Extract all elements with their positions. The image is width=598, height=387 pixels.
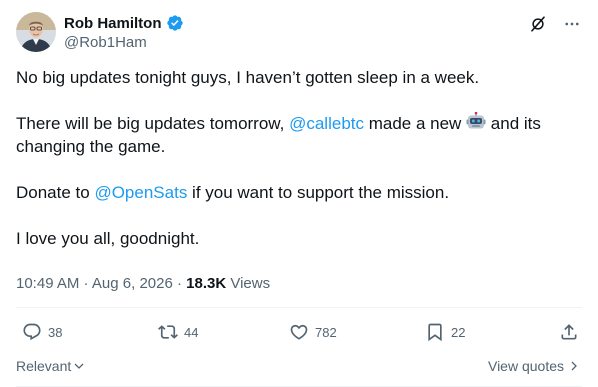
grok-glyph-icon [531,16,545,32]
action-bar: 38 44 782 22 [16,322,582,346]
tweet-paragraph-2: There will be big updates tomorrow, @cal… [16,112,582,158]
tweet-time[interactable]: 10:49 AM [16,275,79,292]
ellipsis-icon [565,22,579,26]
grok-icon[interactable] [528,14,548,34]
repost-button[interactable]: 44 [158,322,198,342]
sort-label: Relevant [16,358,72,374]
author-name[interactable]: Rob Hamilton [64,15,162,32]
more-options-icon[interactable] [562,14,582,34]
tweet-header: Rob Hamilton @Rob1Ham [16,12,582,54]
text-span: made a new [364,114,467,133]
text-span: Donate to [16,183,95,202]
text-span: if you want to support the mission. [187,183,450,202]
text-span: There will be big updates tomorrow, [16,114,290,133]
reply-count: 38 [48,324,63,340]
verified-badge-icon [166,15,183,31]
heart-icon [290,324,308,340]
bookmark-count: 22 [451,324,466,340]
tweet-date[interactable]: Aug 6, 2026 [92,275,173,292]
tweet-paragraph-3: Donate to @OpenSats if you want to suppo… [16,181,582,204]
tweet-text: No big updates tonight guys, I haven’t g… [16,66,582,273]
chevron-right-icon [571,361,577,371]
reply-button[interactable]: 38 [22,322,62,342]
mention-callebtc[interactable]: @callebtc [289,114,364,133]
top-actions [528,14,582,34]
views-label: Views [226,275,271,292]
author-handle[interactable]: @Rob1Ham [64,34,147,51]
like-count: 782 [315,324,337,340]
sort-dropdown[interactable]: Relevant [16,358,85,374]
replies-footer: Relevant View quotes [16,357,582,377]
tweet-paragraph-1: No big updates tonight guys, I haven’t g… [16,68,480,87]
bookmark-button[interactable]: 22 [425,322,465,342]
meta-separator: · [79,275,92,292]
repost-icon [158,325,178,339]
author-name-row: Rob Hamilton [64,14,184,32]
view-quotes-link[interactable]: View quotes [488,358,580,374]
avatar[interactable] [16,12,56,52]
avatar-portrait-icon [16,12,56,52]
tweet-paragraph-4: I love you all, goodnight. [16,229,200,248]
share-button[interactable] [559,322,579,342]
view-quotes-label: View quotes [487,358,564,374]
reply-icon [23,323,41,341]
chevron-down-icon [74,363,84,369]
bookmark-icon [428,323,442,342]
views-count: 18.3K [186,275,227,292]
like-button[interactable]: 782 [289,322,337,342]
robot-emoji-icon [466,112,486,129]
share-icon [561,324,577,340]
tweet-meta: 10:49 AM · Aug 6, 2026 · 18.3K Views [16,275,270,292]
divider [16,307,582,308]
meta-separator: · [172,275,187,292]
mention-opensats[interactable]: @OpenSats [94,183,187,202]
repost-count: 44 [184,324,199,340]
